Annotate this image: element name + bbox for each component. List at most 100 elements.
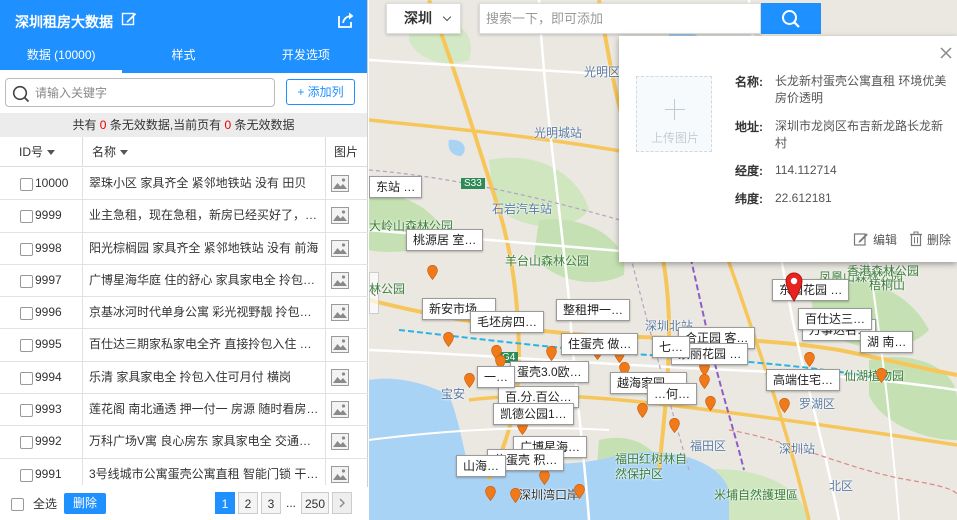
house-pin-icon[interactable] [539,470,550,485]
column-name-label: 名称 [92,145,117,159]
house-pin-icon[interactable] [779,398,790,413]
house-tag[interactable]: 桃源居 室… [406,229,484,251]
table-row[interactable]: 9993 莲花阁 南北通透 押一付一 房源 随时看房… [0,394,368,427]
house-pin-icon[interactable] [876,368,887,383]
image-placeholder-icon[interactable] [331,271,349,289]
row-id: 9991 [35,466,62,481]
row-checkbox[interactable] [20,274,33,288]
tab-style[interactable]: 样式 [122,40,244,73]
page-button[interactable]: 2 [238,492,258,514]
row-name: 京基冰河时代单身公寓 彩光视野靓 拎包… [89,305,312,320]
house-tag[interactable]: 东站 … [369,176,423,198]
table-row[interactable]: 9998 阳光棕榈园 家具齐全 紧邻地铁站 没有 前海 [0,233,368,265]
image-placeholder-icon[interactable] [331,368,349,386]
page-button[interactable]: 3 [261,492,281,514]
image-placeholder-icon[interactable] [331,336,349,354]
image-icon [333,372,347,383]
search-icon [782,10,800,28]
row-checkbox[interactable] [20,242,33,256]
house-tag[interactable]: 凯德公园1… [493,403,574,425]
image-placeholder-icon[interactable] [331,433,349,451]
table-row[interactable]: 9994 乐清 家具家电全 拎包入住可月付 横岗 [0,362,368,395]
page-button[interactable]: 1 [215,492,235,514]
house-pin-icon[interactable] [427,265,438,280]
table-row[interactable]: 9995 百仕达三期家私家电全齐 直接拎包入住 … [0,329,368,362]
image-placeholder-icon[interactable] [331,175,349,192]
map-label: 福田区 [690,439,727,453]
address-key: 地址: [735,120,763,134]
delete-selected-button[interactable]: 删除 [64,493,106,514]
house-pin-icon[interactable] [699,374,710,389]
column-header-name[interactable]: 名称 [92,137,129,167]
image-placeholder-icon[interactable] [331,304,349,322]
tab-data[interactable]: 数据 (10000) [0,40,123,73]
table-row[interactable]: 9992 万科广场V寓 良心房东 家具家电全 交通… [0,426,368,459]
image-placeholder-icon[interactable] [331,401,349,419]
edit-title-icon[interactable] [121,11,137,27]
city-selector[interactable]: 深圳 [386,3,461,34]
row-checkbox[interactable] [20,210,33,224]
row-checkbox[interactable] [20,371,33,385]
row-checkbox[interactable] [20,339,33,353]
image-placeholder-icon[interactable] [331,465,349,483]
close-icon[interactable] [939,46,953,60]
row-checkbox[interactable] [20,468,33,482]
upload-image-area[interactable]: 上传图片 [636,76,712,152]
house-tag[interactable]: 百仕达三… [798,308,873,330]
column-header-id[interactable]: ID号 [19,137,56,167]
column-header-image[interactable]: 图片 [334,137,358,167]
row-name: 乐清 家具家电全 拎包入住可月付 横岗 [89,369,292,384]
house-pin-icon[interactable] [804,352,815,367]
house-pin-icon[interactable] [546,346,557,361]
house-tag[interactable]: 七… [652,336,691,358]
add-column-button[interactable]: + 添加列 [286,79,355,105]
row-checkbox[interactable] [20,404,33,418]
house-pin-icon[interactable] [464,373,475,388]
house-tag[interactable]: 山海… [456,455,507,477]
map-search-button[interactable] [761,3,821,34]
edit-label: 编辑 [872,232,897,247]
house-tag[interactable]: 高端住宅… [766,369,841,391]
map-label: 梧桐山 [869,278,906,292]
tab-developer-options[interactable]: 开发选项 [245,40,367,73]
row-name: 阳光棕榈园 家具齐全 紧邻地铁站 没有 前海 [89,240,319,255]
panel-header: 深圳租房大数据 数据 (10000) 样式 开发选项 [0,0,367,73]
share-icon[interactable] [337,11,355,29]
map-view[interactable]: 光明区 光明城站 大岭山森林公园 石岩汽车站 羊台山森林公园 观澜 凤凰山森林公… [369,0,957,520]
image-placeholder-icon[interactable] [331,239,349,257]
keyword-input[interactable] [35,83,265,103]
map-label: 福田红树林自然保护区 [615,452,688,481]
next-page-button[interactable] [332,492,353,514]
table-row[interactable]: 9996 京基冰河时代单身公寓 彩光视野靓 拎包… [0,297,368,330]
house-pin-icon[interactable] [574,484,585,499]
table-footer: 全选 删除 1 2 3... 250 [0,487,368,520]
table-row[interactable]: 9991 3号线城市公寓蛋壳公寓直租 智能门锁 干… [0,459,368,485]
house-tag[interactable]: 一… [477,366,516,388]
table-row[interactable]: 9999 业主急租，现在急租，新房已经买好了，… [0,200,368,233]
house-pin-icon[interactable] [443,332,454,347]
house-tag[interactable]: 东园花园 … [772,279,850,301]
house-pin-icon[interactable] [669,418,680,433]
row-checkbox[interactable] [20,307,33,321]
table-row[interactable]: 10000 翠珠小区 家具齐全 紧邻地铁站 没有 田贝 [0,168,368,201]
row-checkbox[interactable] [20,436,33,450]
house-tag[interactable]: 湖 南… [860,331,914,353]
house-tag[interactable]: 整租押一… [556,299,631,321]
selected-location-marker[interactable] [785,272,803,302]
house-tag[interactable]: 住蛋壳 做… [561,333,639,355]
page-button[interactable]: 250 [301,492,330,514]
house-tag[interactable]: …何… [647,383,698,405]
table-row[interactable]: 9997 广博星海华庭 住的舒心 家具家电全 拎包… [0,265,368,298]
select-all-checkbox[interactable] [11,498,24,511]
delete-button[interactable]: 删除 [909,231,951,248]
house-pin-icon[interactable] [485,486,496,501]
row-checkbox[interactable] [20,178,33,191]
house-pin-icon[interactable] [510,488,521,503]
house-pin-icon[interactable] [637,403,648,418]
house-tag[interactable]: 毛坯房四… [470,311,545,333]
map-search-input[interactable] [480,4,750,33]
image-placeholder-icon[interactable] [331,207,349,225]
house-tag[interactable]: 蛋壳3.0欧… [510,361,589,383]
edit-button[interactable]: 编辑 [853,231,897,248]
house-pin-icon[interactable] [705,396,716,411]
